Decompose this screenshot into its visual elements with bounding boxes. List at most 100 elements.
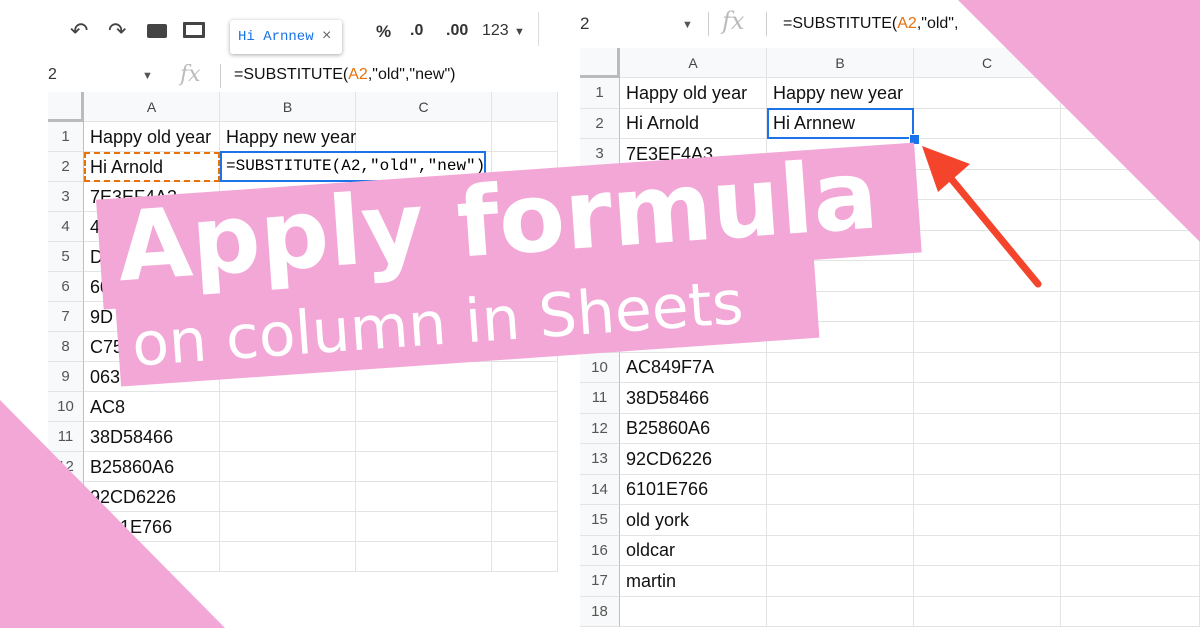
cell-a14[interactable]: 6101E766: [620, 474, 767, 505]
row-header[interactable]: 16: [580, 535, 620, 566]
print-icon[interactable]: [147, 24, 167, 38]
row-header[interactable]: 15: [580, 505, 620, 536]
cell-a18[interactable]: [620, 596, 767, 627]
cell-empty[interactable]: [1061, 383, 1200, 414]
cell-c16[interactable]: [914, 535, 1061, 566]
row-header[interactable]: 1: [580, 78, 620, 109]
name-box[interactable]: 2: [580, 14, 589, 34]
chevron-down-icon[interactable]: ▼: [142, 70, 153, 82]
paint-format-icon[interactable]: [183, 22, 205, 38]
close-icon[interactable]: ×: [322, 27, 331, 45]
chevron-down-icon[interactable]: ▼: [682, 19, 693, 31]
cell-a12[interactable]: B25860A6: [84, 452, 220, 482]
cell-b15[interactable]: [220, 542, 356, 572]
cell-empty[interactable]: [492, 452, 558, 482]
redo-icon[interactable]: ↷: [108, 18, 126, 44]
row-header[interactable]: 7: [48, 302, 84, 332]
decrease-decimal-button[interactable]: .0: [410, 22, 423, 40]
percent-button[interactable]: %: [376, 22, 391, 42]
column-header-b[interactable]: B: [767, 48, 914, 78]
row-header[interactable]: 14: [580, 474, 620, 505]
cell-empty[interactable]: [1061, 474, 1200, 505]
cell-empty[interactable]: [492, 482, 558, 512]
cell-empty[interactable]: [1061, 444, 1200, 475]
increase-decimal-button[interactable]: .00: [446, 22, 468, 40]
cell-b17[interactable]: [767, 566, 914, 597]
cell-b1[interactable]: Happy new year: [767, 78, 914, 109]
cell-c11[interactable]: [914, 383, 1061, 414]
cell-b12[interactable]: [767, 413, 914, 444]
column-header-c[interactable]: C: [356, 92, 492, 122]
cell-b13[interactable]: [767, 444, 914, 475]
cell-c18[interactable]: [914, 596, 1061, 627]
cell-c1[interactable]: [356, 122, 492, 152]
row-header[interactable]: 2: [48, 152, 84, 182]
cell-a11[interactable]: 38D58466: [84, 422, 220, 452]
cell-b1[interactable]: Happy new year: [220, 122, 356, 152]
formula-input[interactable]: =SUBSTITUTE(A2,"old","new"): [234, 66, 455, 84]
cell-a1[interactable]: Happy old year: [620, 78, 767, 109]
row-header[interactable]: 12: [580, 413, 620, 444]
row-header[interactable]: 9: [48, 362, 84, 392]
cell-b10[interactable]: [767, 352, 914, 383]
cell-empty[interactable]: [492, 542, 558, 572]
cell-b13[interactable]: [220, 482, 356, 512]
cell-b11[interactable]: [220, 422, 356, 452]
cell-a12[interactable]: B25860A6: [620, 413, 767, 444]
row-header[interactable]: 11: [580, 383, 620, 414]
more-formats-button[interactable]: 123: [482, 22, 509, 40]
column-header-d[interactable]: [492, 92, 558, 122]
cell-c15[interactable]: [356, 542, 492, 572]
cell-b14[interactable]: [220, 512, 356, 542]
row-header[interactable]: 5: [48, 242, 84, 272]
row-header[interactable]: 17: [580, 566, 620, 597]
cell-empty[interactable]: [1061, 261, 1200, 292]
cell-c13[interactable]: [914, 444, 1061, 475]
row-header[interactable]: 8: [48, 332, 84, 362]
name-box[interactable]: 2: [48, 66, 57, 84]
column-header-a[interactable]: A: [620, 48, 767, 78]
cell-c15[interactable]: [914, 505, 1061, 536]
row-header[interactable]: 4: [48, 212, 84, 242]
cell-a17[interactable]: martin: [620, 566, 767, 597]
cell-a15[interactable]: old york: [620, 505, 767, 536]
undo-icon[interactable]: ↶: [70, 18, 88, 44]
cell-empty[interactable]: [1061, 291, 1200, 322]
select-all-corner[interactable]: [580, 48, 620, 78]
cell-b14[interactable]: [767, 474, 914, 505]
cell-a16[interactable]: oldcar: [620, 535, 767, 566]
cell-empty[interactable]: [1061, 230, 1200, 261]
cell-a13[interactable]: 92CD6226: [620, 444, 767, 475]
formula-input[interactable]: =SUBSTITUTE(A2,"old",: [783, 15, 958, 33]
cell-c12[interactable]: [914, 413, 1061, 444]
chevron-down-icon[interactable]: ▼: [514, 26, 525, 38]
column-header-b[interactable]: B: [220, 92, 356, 122]
cell-empty[interactable]: [1061, 352, 1200, 383]
cell-c11[interactable]: [356, 422, 492, 452]
cell-b12[interactable]: [220, 452, 356, 482]
row-header[interactable]: 2: [580, 108, 620, 139]
row-header[interactable]: 11: [48, 422, 84, 452]
cell-c2[interactable]: [914, 108, 1061, 139]
cell-b16[interactable]: [767, 535, 914, 566]
row-header[interactable]: 10: [48, 392, 84, 422]
row-header[interactable]: 3: [48, 182, 84, 212]
row-header[interactable]: 1: [48, 122, 84, 152]
cell-b18[interactable]: [767, 596, 914, 627]
cell-b11[interactable]: [767, 383, 914, 414]
cell-empty[interactable]: [1061, 535, 1200, 566]
row-header[interactable]: 13: [580, 444, 620, 475]
cell-c14[interactable]: [356, 512, 492, 542]
cell-c13[interactable]: [356, 482, 492, 512]
cell-b10[interactable]: [220, 392, 356, 422]
cell-empty[interactable]: [492, 392, 558, 422]
cell-c17[interactable]: [914, 566, 1061, 597]
column-header-a[interactable]: A: [84, 92, 220, 122]
cell-empty[interactable]: [1061, 322, 1200, 353]
cell-c10[interactable]: [914, 352, 1061, 383]
cell-empty[interactable]: [492, 422, 558, 452]
cell-empty[interactable]: [1061, 413, 1200, 444]
cell-empty[interactable]: [1061, 566, 1200, 597]
cell-empty[interactable]: [492, 512, 558, 542]
row-header[interactable]: 18: [580, 596, 620, 627]
